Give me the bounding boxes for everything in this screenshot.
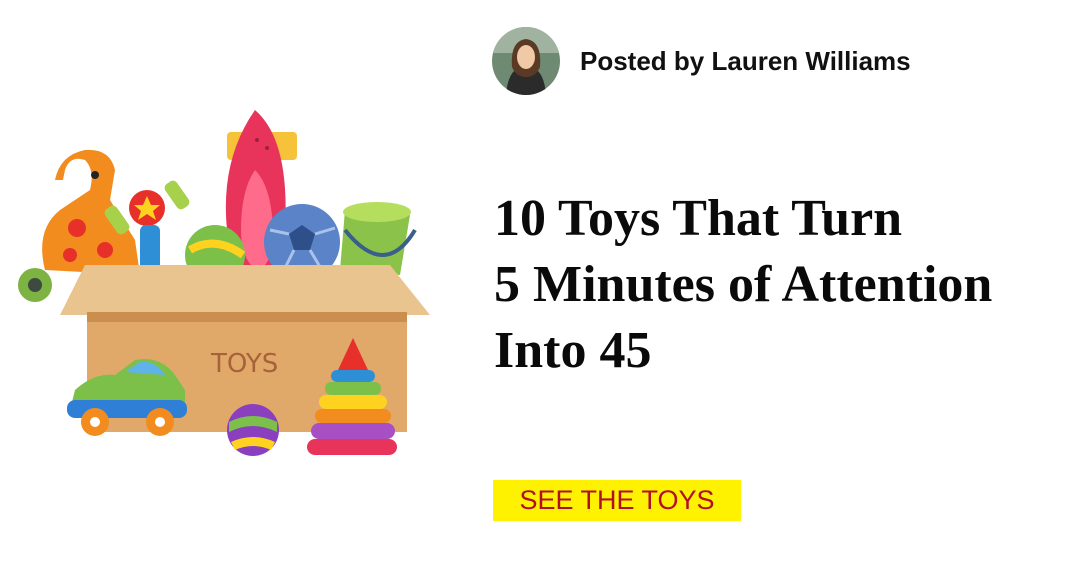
bucket-toy-icon <box>340 202 417 275</box>
post-title: 10 Toys That Turn 5 Minutes of Attention… <box>494 186 1064 384</box>
author-name: Posted by Lauren Williams <box>580 45 911 76</box>
toy-box-icon: TOYS <box>18 110 430 456</box>
see-the-toys-button[interactable]: SEE THE TOYS <box>493 480 741 521</box>
striped-ball-icon <box>227 404 279 456</box>
title-line-2: 5 Minutes of Attention <box>494 256 993 313</box>
author-byline: Posted by Lauren Williams <box>492 27 911 95</box>
title-line-1: 10 Toys That Turn <box>494 190 903 247</box>
title-line-3: Into 45 <box>494 322 652 379</box>
author-avatar[interactable] <box>492 27 560 95</box>
box-label: TOYS <box>210 349 278 379</box>
toy-box-illustration: TOYS <box>15 100 445 470</box>
